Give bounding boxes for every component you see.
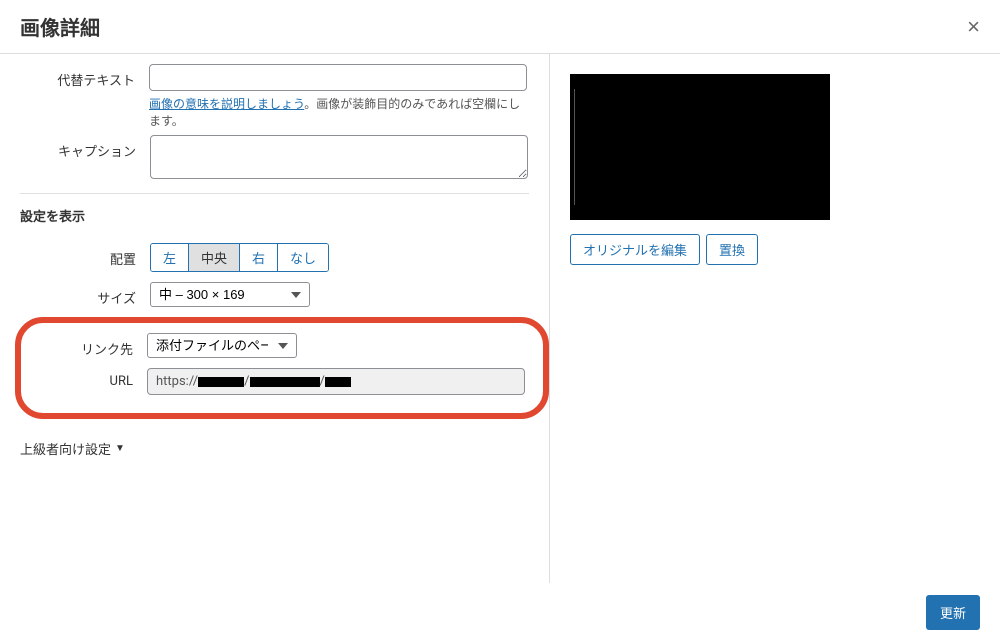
caption-label: キャプション xyxy=(20,135,150,160)
url-input[interactable]: https://// xyxy=(147,368,525,395)
preview-pane: オリジナルを編集 置換 xyxy=(550,54,1000,583)
dialog-header: 画像詳細 × xyxy=(0,0,1000,54)
align-button-group: 左 中央 右 なし xyxy=(150,243,329,272)
url-redacted xyxy=(325,377,351,387)
alt-text-label: 代替テキスト xyxy=(20,64,149,89)
divider xyxy=(20,193,529,194)
alt-text-row: 代替テキスト 画像の意味を説明しましょう。画像が装飾目的のみであれば空欄にします… xyxy=(20,64,529,129)
align-left-button[interactable]: 左 xyxy=(151,244,189,271)
align-label: 配置 xyxy=(20,243,150,268)
dialog-footer: 更新 xyxy=(0,583,1000,642)
url-label: URL xyxy=(25,368,147,389)
image-preview xyxy=(570,74,830,220)
dialog-title: 画像詳細 xyxy=(20,12,100,41)
advanced-settings-toggle[interactable]: 上級者向け設定 ▼ xyxy=(20,439,125,458)
align-none-button[interactable]: なし xyxy=(278,244,328,271)
caption-row: キャプション xyxy=(20,135,529,183)
align-row: 配置 左 中央 右 なし xyxy=(20,243,529,272)
display-settings-title: 設定を表示 xyxy=(20,206,529,225)
dialog-content: 代替テキスト 画像の意味を説明しましょう。画像が装飾目的のみであれば空欄にします… xyxy=(0,54,1000,583)
link-highlight: リンク先 添付ファイルのページ URL https://// xyxy=(15,317,549,419)
alt-text-hint: 画像の意味を説明しましょう。画像が装飾目的のみであれば空欄にします。 xyxy=(149,95,529,129)
size-select[interactable]: 中 – 300 × 169 xyxy=(150,282,310,307)
settings-pane: 代替テキスト 画像の意味を説明しましょう。画像が装飾目的のみであれば空欄にします… xyxy=(0,54,550,583)
url-redacted xyxy=(250,377,320,387)
replace-button[interactable]: 置換 xyxy=(706,234,758,265)
url-row: URL https://// xyxy=(25,368,529,395)
alt-text-input[interactable] xyxy=(149,64,527,91)
update-button[interactable]: 更新 xyxy=(926,595,980,630)
alt-text-hint-link[interactable]: 画像の意味を説明しましょう xyxy=(149,97,304,111)
url-redacted xyxy=(198,377,244,387)
size-row: サイズ 中 – 300 × 169 xyxy=(20,282,529,307)
caption-input[interactable] xyxy=(150,135,528,179)
edit-original-button[interactable]: オリジナルを編集 xyxy=(570,234,700,265)
align-right-button[interactable]: 右 xyxy=(240,244,278,271)
size-label: サイズ xyxy=(20,282,150,307)
link-to-label: リンク先 xyxy=(25,333,147,358)
close-icon[interactable]: × xyxy=(967,14,980,40)
link-to-select[interactable]: 添付ファイルのページ xyxy=(147,333,297,358)
chevron-down-icon: ▼ xyxy=(115,443,125,454)
preview-bar xyxy=(574,89,575,206)
preview-actions: オリジナルを編集 置換 xyxy=(570,234,980,265)
align-center-button[interactable]: 中央 xyxy=(189,244,240,271)
link-to-row: リンク先 添付ファイルのページ xyxy=(25,333,529,358)
